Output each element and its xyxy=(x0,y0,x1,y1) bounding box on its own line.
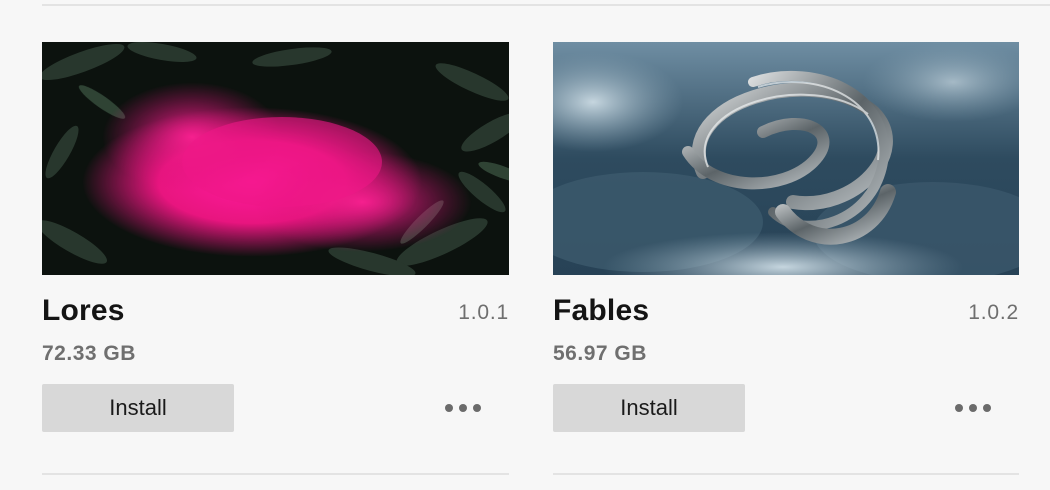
dot xyxy=(969,404,977,412)
app-title: Lores xyxy=(42,294,125,327)
pink-smoke-image xyxy=(42,42,509,275)
top-divider xyxy=(42,4,1050,6)
app-size: 72.33 GB xyxy=(42,342,136,365)
card-actions: Install xyxy=(42,384,509,432)
app-card-fables: Fables 1.0.2 56.97 GB Install xyxy=(553,42,1019,432)
card-divider xyxy=(553,473,1019,475)
card-divider xyxy=(42,473,509,475)
dot xyxy=(445,404,453,412)
card-actions: Install xyxy=(553,384,1019,432)
app-card-lores: Lores 1.0.1 72.33 GB Install xyxy=(42,42,509,432)
app-title: Fables xyxy=(553,294,650,327)
app-version: 1.0.1 xyxy=(458,301,509,324)
dot xyxy=(473,404,481,412)
app-thumbnail[interactable] xyxy=(553,42,1019,275)
title-row: Lores 1.0.1 xyxy=(42,294,509,334)
more-horizontal-icon[interactable] xyxy=(955,395,991,421)
cloud-sculpture-image xyxy=(553,42,1019,275)
more-horizontal-icon[interactable] xyxy=(445,395,481,421)
title-row: Fables 1.0.2 xyxy=(553,294,1019,334)
dot xyxy=(459,404,467,412)
app-version: 1.0.2 xyxy=(968,301,1019,324)
dot xyxy=(955,404,963,412)
dot xyxy=(983,404,991,412)
install-button[interactable]: Install xyxy=(553,384,745,432)
app-size: 56.97 GB xyxy=(553,342,647,365)
app-thumbnail[interactable] xyxy=(42,42,509,275)
install-button[interactable]: Install xyxy=(42,384,234,432)
